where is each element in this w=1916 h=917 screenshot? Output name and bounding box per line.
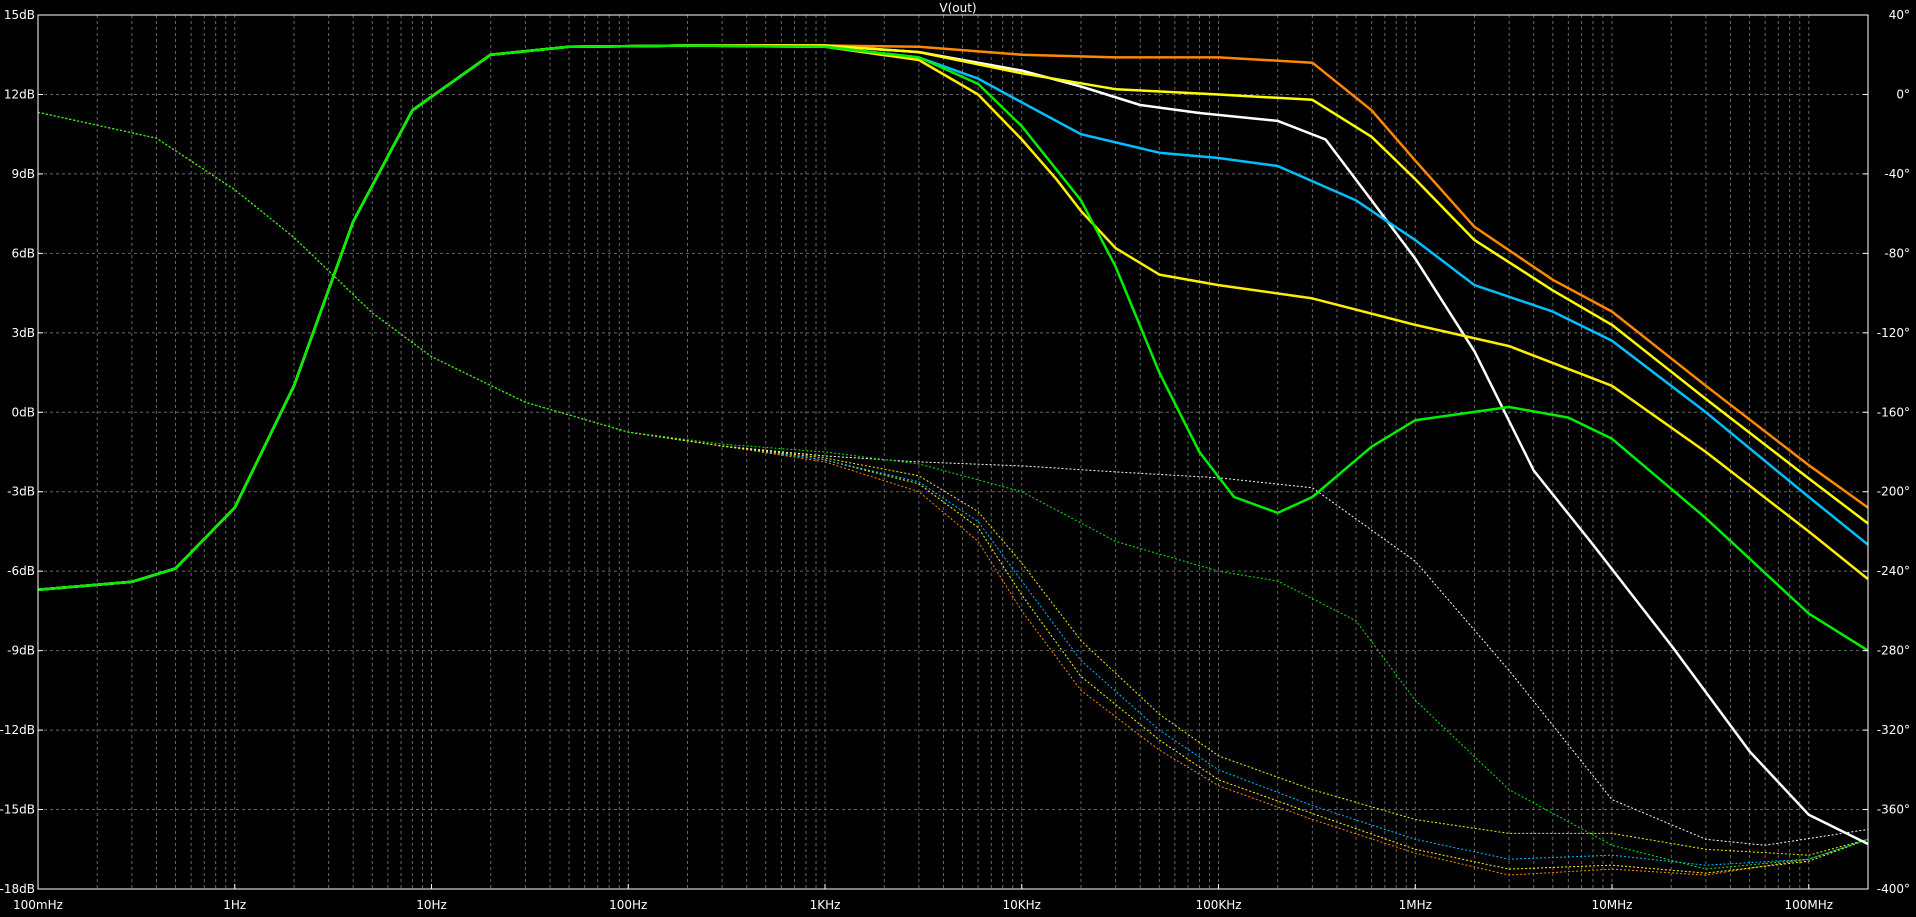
right-tick-label: 0° bbox=[1896, 87, 1910, 101]
x-tick-label: 10MHz bbox=[1592, 898, 1633, 912]
right-tick-label: -80° bbox=[1884, 246, 1910, 260]
chart-title: V(out) bbox=[939, 1, 976, 15]
x-tick-label: 1Hz bbox=[223, 898, 246, 912]
bode-plot: V(out) 15dB 12dB 9dB 6dB 3dB 0dB -3dB -6dB -9dB -… bbox=[0, 0, 1916, 917]
right-tick-label: -200° bbox=[1877, 485, 1910, 499]
left-tick-label: 6dB bbox=[12, 246, 35, 260]
right-tick-label: 40° bbox=[1889, 8, 1910, 22]
left-tick-label: -6dB bbox=[7, 564, 35, 578]
left-tick-label: -15dB bbox=[0, 803, 35, 817]
right-tick-label: -120° bbox=[1877, 326, 1910, 340]
left-tick-label: 15dB bbox=[4, 8, 35, 22]
right-tick-label: -400° bbox=[1877, 882, 1910, 896]
x-tick-label: 10Hz bbox=[416, 898, 447, 912]
left-tick-label: 9dB bbox=[12, 167, 35, 181]
left-tick-label: 12dB bbox=[4, 87, 35, 101]
left-tick-label: 3dB bbox=[12, 326, 35, 340]
left-tick-label: -3dB bbox=[7, 485, 35, 499]
right-tick-label: -320° bbox=[1877, 723, 1910, 737]
x-tick-label: 100KHz bbox=[1195, 898, 1241, 912]
left-tick-label: -18dB bbox=[0, 882, 35, 896]
right-tick-label: -360° bbox=[1877, 803, 1910, 817]
x-tick-label: 1KHz bbox=[810, 898, 841, 912]
left-tick-label: -12dB bbox=[0, 723, 35, 737]
chart-background bbox=[0, 0, 1916, 917]
right-tick-label: -160° bbox=[1877, 405, 1910, 419]
x-tick-label: 10KHz bbox=[1003, 898, 1041, 912]
x-tick-label: 100Hz bbox=[609, 898, 647, 912]
left-tick-label: 0dB bbox=[12, 405, 35, 419]
right-tick-label: -40° bbox=[1884, 167, 1910, 181]
right-tick-label: -240° bbox=[1877, 564, 1910, 578]
right-tick-label: -280° bbox=[1877, 644, 1910, 658]
x-tick-label: 1MHz bbox=[1399, 898, 1432, 912]
left-tick-label: -9dB bbox=[7, 644, 35, 658]
x-tick-label: 100MHz bbox=[1784, 898, 1833, 912]
x-tick-label: 100mHz bbox=[13, 898, 63, 912]
